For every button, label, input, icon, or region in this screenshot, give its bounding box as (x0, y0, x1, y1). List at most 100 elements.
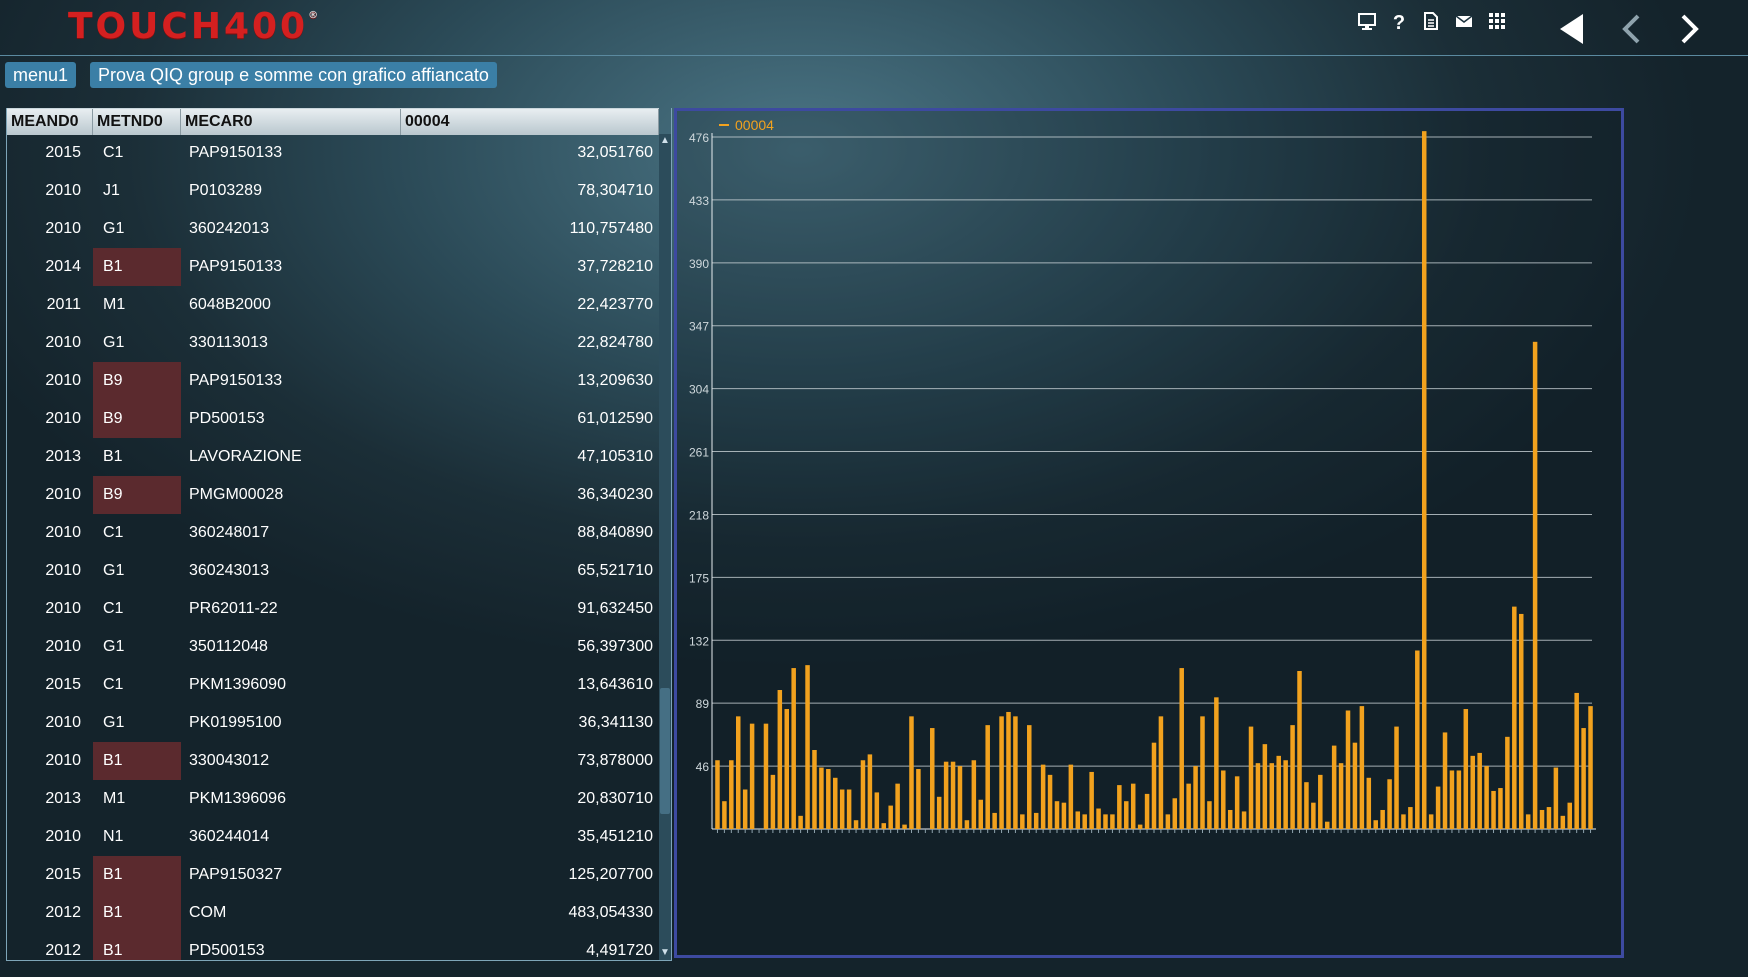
bar (1484, 766, 1489, 829)
bar (1366, 777, 1372, 829)
bar (826, 769, 831, 829)
cell-mecar0: PKM1396090 (189, 676, 286, 693)
bar (943, 761, 949, 829)
chevron-left-icon[interactable] (1614, 10, 1648, 48)
cell-meand0: 2012 (45, 942, 81, 959)
table-row[interactable]: 2015 C1 PKM1396090 13,643610 (7, 666, 659, 704)
bar (1227, 809, 1233, 829)
cell-metnd0: B9 (93, 362, 181, 400)
bar (1477, 752, 1482, 829)
bar (1373, 820, 1378, 829)
table-row[interactable]: 2013 M1 PKM1396096 20,830710 (7, 780, 659, 818)
table-row[interactable]: 2010 B9 PMGM00028 36,340230 (7, 476, 659, 514)
bar (846, 789, 852, 829)
bar (1401, 814, 1406, 829)
table-row[interactable]: 2010 J1 P0103289 78,304710 (7, 172, 659, 210)
table-row[interactable]: 2010 G1 360243013 65,521710 (7, 552, 659, 590)
table-row[interactable]: 2010 B9 PD500153 61,012590 (7, 400, 659, 438)
cell-meand0: 2015 (45, 144, 81, 161)
bar (1304, 782, 1309, 829)
column-header-00004[interactable]: 00004 (401, 109, 659, 135)
vertical-scrollbar[interactable]: ▲ ▼ (659, 134, 671, 960)
scroll-down-icon[interactable]: ▼ (659, 946, 671, 960)
bar (729, 760, 734, 829)
table-row[interactable]: 2010 C1 360248017 88,840890 (7, 514, 659, 552)
cell-metnd0: G1 (103, 562, 125, 579)
bar (1200, 716, 1205, 829)
bar (1324, 821, 1330, 829)
chevron-right-icon[interactable] (1673, 10, 1707, 48)
bar (1158, 716, 1164, 829)
column-header-metnd0[interactable]: METND0 (93, 109, 181, 135)
tab-prova-qiq-group[interactable]: Prova QIQ group e somme con grafico affi… (90, 62, 497, 88)
table-row[interactable]: 2015 C1 PAP9150133 32,051760 (7, 134, 659, 172)
bar (867, 754, 873, 829)
table-row[interactable]: 2010 C1 PR62011-22 91,632450 (7, 590, 659, 628)
tab-menu1[interactable]: menu1 (5, 62, 77, 88)
table-row[interactable]: 2013 B1 LAVORAZIONE 47,105310 (7, 438, 659, 476)
table-row[interactable]: 2012 B1 PD500153 4,491720 (7, 932, 659, 960)
chevron-left-glyph (1622, 14, 1640, 44)
cell-metnd0: G1 (103, 334, 125, 351)
cell-00004: 88,840890 (577, 524, 653, 541)
bar (1068, 764, 1074, 829)
bar (950, 761, 956, 829)
y-tick-label: 433 (689, 194, 709, 208)
bar (1359, 706, 1365, 829)
bar (1040, 764, 1046, 829)
scrollbar-thumb[interactable] (660, 688, 670, 814)
table-row[interactable]: 2010 N1 360244014 35,451210 (7, 818, 659, 856)
bar (1033, 812, 1039, 829)
table-row[interactable]: 2010 G1 PK01995100 36,341130 (7, 704, 659, 742)
bar (1124, 801, 1129, 829)
cell-metnd0: B1 (103, 448, 123, 465)
bar (812, 750, 817, 829)
table-row[interactable]: 2011 M1 6048B2000 22,423770 (7, 286, 659, 324)
scroll-up-icon[interactable]: ▲ (659, 134, 671, 148)
cell-mecar0: PD500153 (189, 942, 265, 959)
registered-mark: ® (308, 10, 319, 21)
y-tick-label: 132 (689, 634, 709, 648)
cell-00004: 483,054330 (568, 904, 653, 921)
bar (1207, 801, 1212, 829)
cell-mecar0: PK01995100 (189, 714, 282, 731)
cell-00004: 56,397300 (577, 638, 653, 655)
bar (853, 820, 859, 829)
column-header-meand0[interactable]: MEAND0 (7, 109, 93, 135)
bar (916, 769, 921, 829)
bar (1512, 606, 1517, 829)
table-row[interactable]: 2014 B1 PAP9150133 37,728210 (7, 248, 659, 286)
top-bar: TOUCH400® ? (0, 0, 1748, 56)
bar (860, 760, 866, 829)
y-tick-label: 218 (689, 508, 709, 522)
table-row[interactable]: 2010 B1 330043012 73,878000 (7, 742, 659, 780)
mail-icon[interactable] (1451, 10, 1477, 36)
bar (1525, 814, 1531, 829)
table-row[interactable]: 2010 B9 PAP9150133 13,209630 (7, 362, 659, 400)
bar (1387, 779, 1392, 829)
bar (1581, 728, 1586, 829)
bar (1103, 814, 1108, 829)
column-header-mecar0[interactable]: MECAR0 (181, 109, 401, 135)
table-row[interactable]: 2010 G1 360242013 110,757480 (7, 210, 659, 248)
monitor-icon[interactable] (1354, 10, 1380, 36)
bar (1394, 726, 1399, 829)
bar (957, 766, 963, 829)
back-triangle-icon[interactable] (1556, 10, 1590, 48)
cell-metnd0: B1 (93, 248, 181, 286)
touch400-logo: TOUCH400® (68, 6, 318, 47)
cell-mecar0: PKM1396096 (189, 790, 286, 807)
bar (1456, 770, 1462, 829)
table-row[interactable]: 2015 B1 PAP9150327 125,207700 (7, 856, 659, 894)
document-icon[interactable] (1418, 10, 1444, 36)
help-icon[interactable]: ? (1386, 10, 1412, 36)
bar (763, 723, 769, 829)
grid-icon[interactable] (1484, 10, 1510, 36)
y-tick-label: 46 (696, 760, 710, 774)
table-row[interactable]: 2010 G1 350112048 56,397300 (7, 628, 659, 666)
table-row[interactable]: 2012 B1 COM 483,054330 (7, 894, 659, 932)
y-tick-label: 89 (696, 697, 710, 711)
bar (736, 716, 741, 829)
table-row[interactable]: 2010 G1 330113013 22,824780 (7, 324, 659, 362)
bar (1241, 811, 1247, 829)
